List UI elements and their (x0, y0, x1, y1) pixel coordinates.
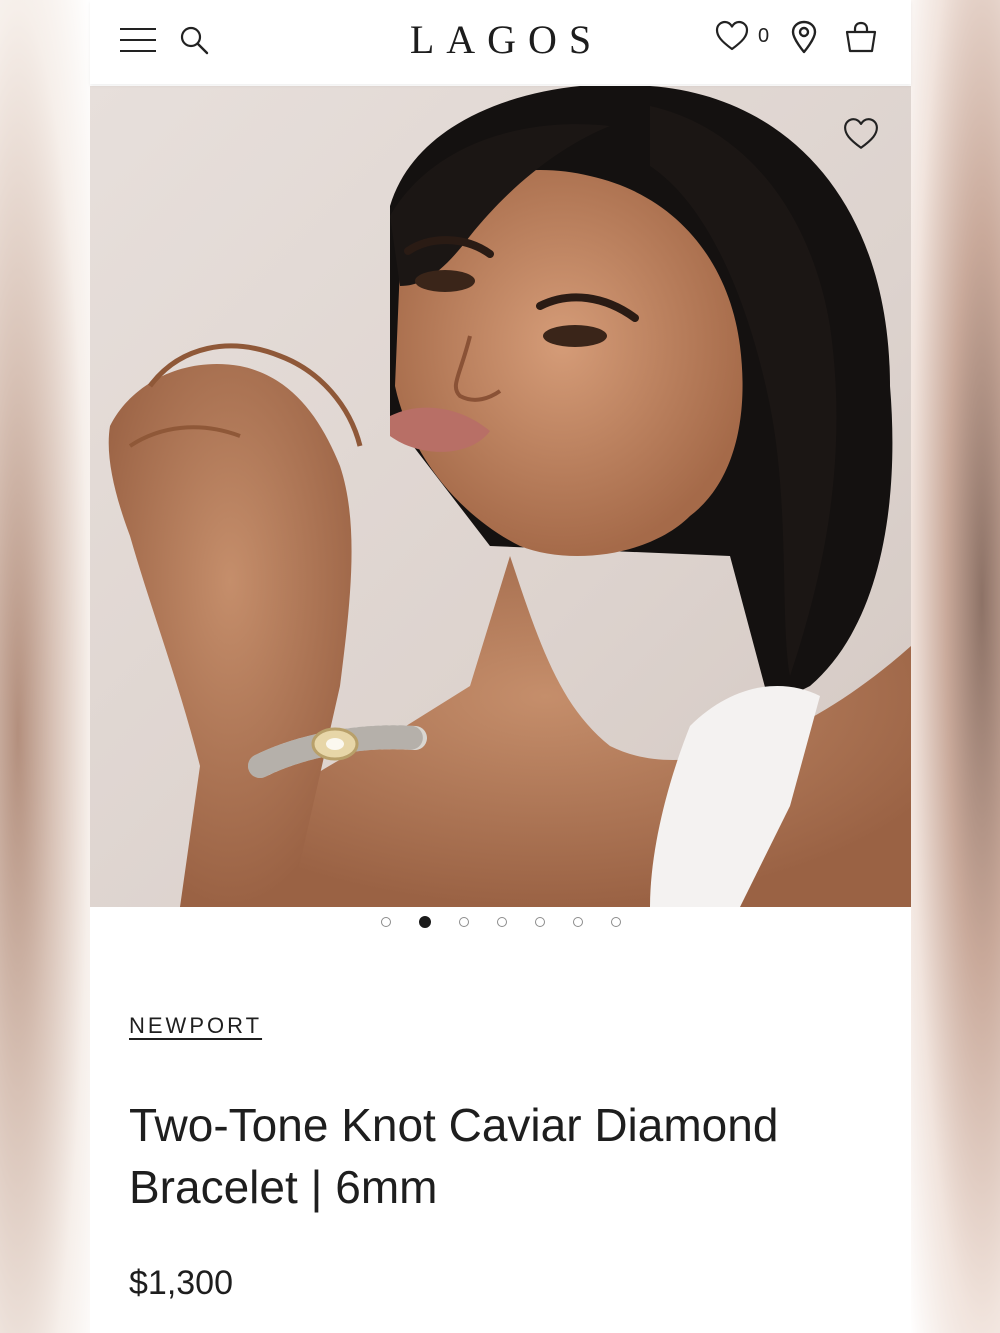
wishlist-button[interactable] (714, 18, 750, 54)
backdrop-right (910, 0, 1000, 1333)
shopping-bag-button[interactable] (842, 18, 880, 56)
site-header: LAGOS 0 (90, 0, 911, 84)
gallery-pagination (90, 914, 911, 932)
shopping-bag-icon (845, 21, 877, 53)
gallery-dot[interactable] (572, 917, 583, 927)
location-pin-icon (791, 20, 817, 54)
gallery-dot[interactable] (610, 917, 621, 927)
product-page: LAGOS 0 NEWPORT Two-Tone Knot Caviar Dia… (90, 0, 911, 1333)
backdrop-left (0, 0, 90, 1333)
gallery-dot[interactable] (458, 917, 469, 927)
heart-icon (715, 20, 749, 51)
gallery-dot[interactable] (534, 917, 545, 927)
add-to-wishlist-button[interactable] (841, 114, 881, 154)
gallery-dot[interactable] (380, 917, 391, 927)
wishlist-count: 0 (758, 25, 770, 47)
product-price: $1,300 (129, 1264, 233, 1302)
store-locator-button[interactable] (787, 18, 821, 56)
heart-icon (844, 118, 878, 149)
collection-link[interactable]: NEWPORT (129, 1013, 262, 1039)
gallery-dot[interactable] (496, 917, 507, 927)
product-hero-image[interactable] (90, 86, 911, 907)
gallery-dot-active[interactable] (418, 916, 431, 928)
model-wearing-bracelet-photo (108, 86, 911, 907)
product-title: Two-Tone Knot Caviar Diamond Bracelet | … (129, 1099, 779, 1213)
